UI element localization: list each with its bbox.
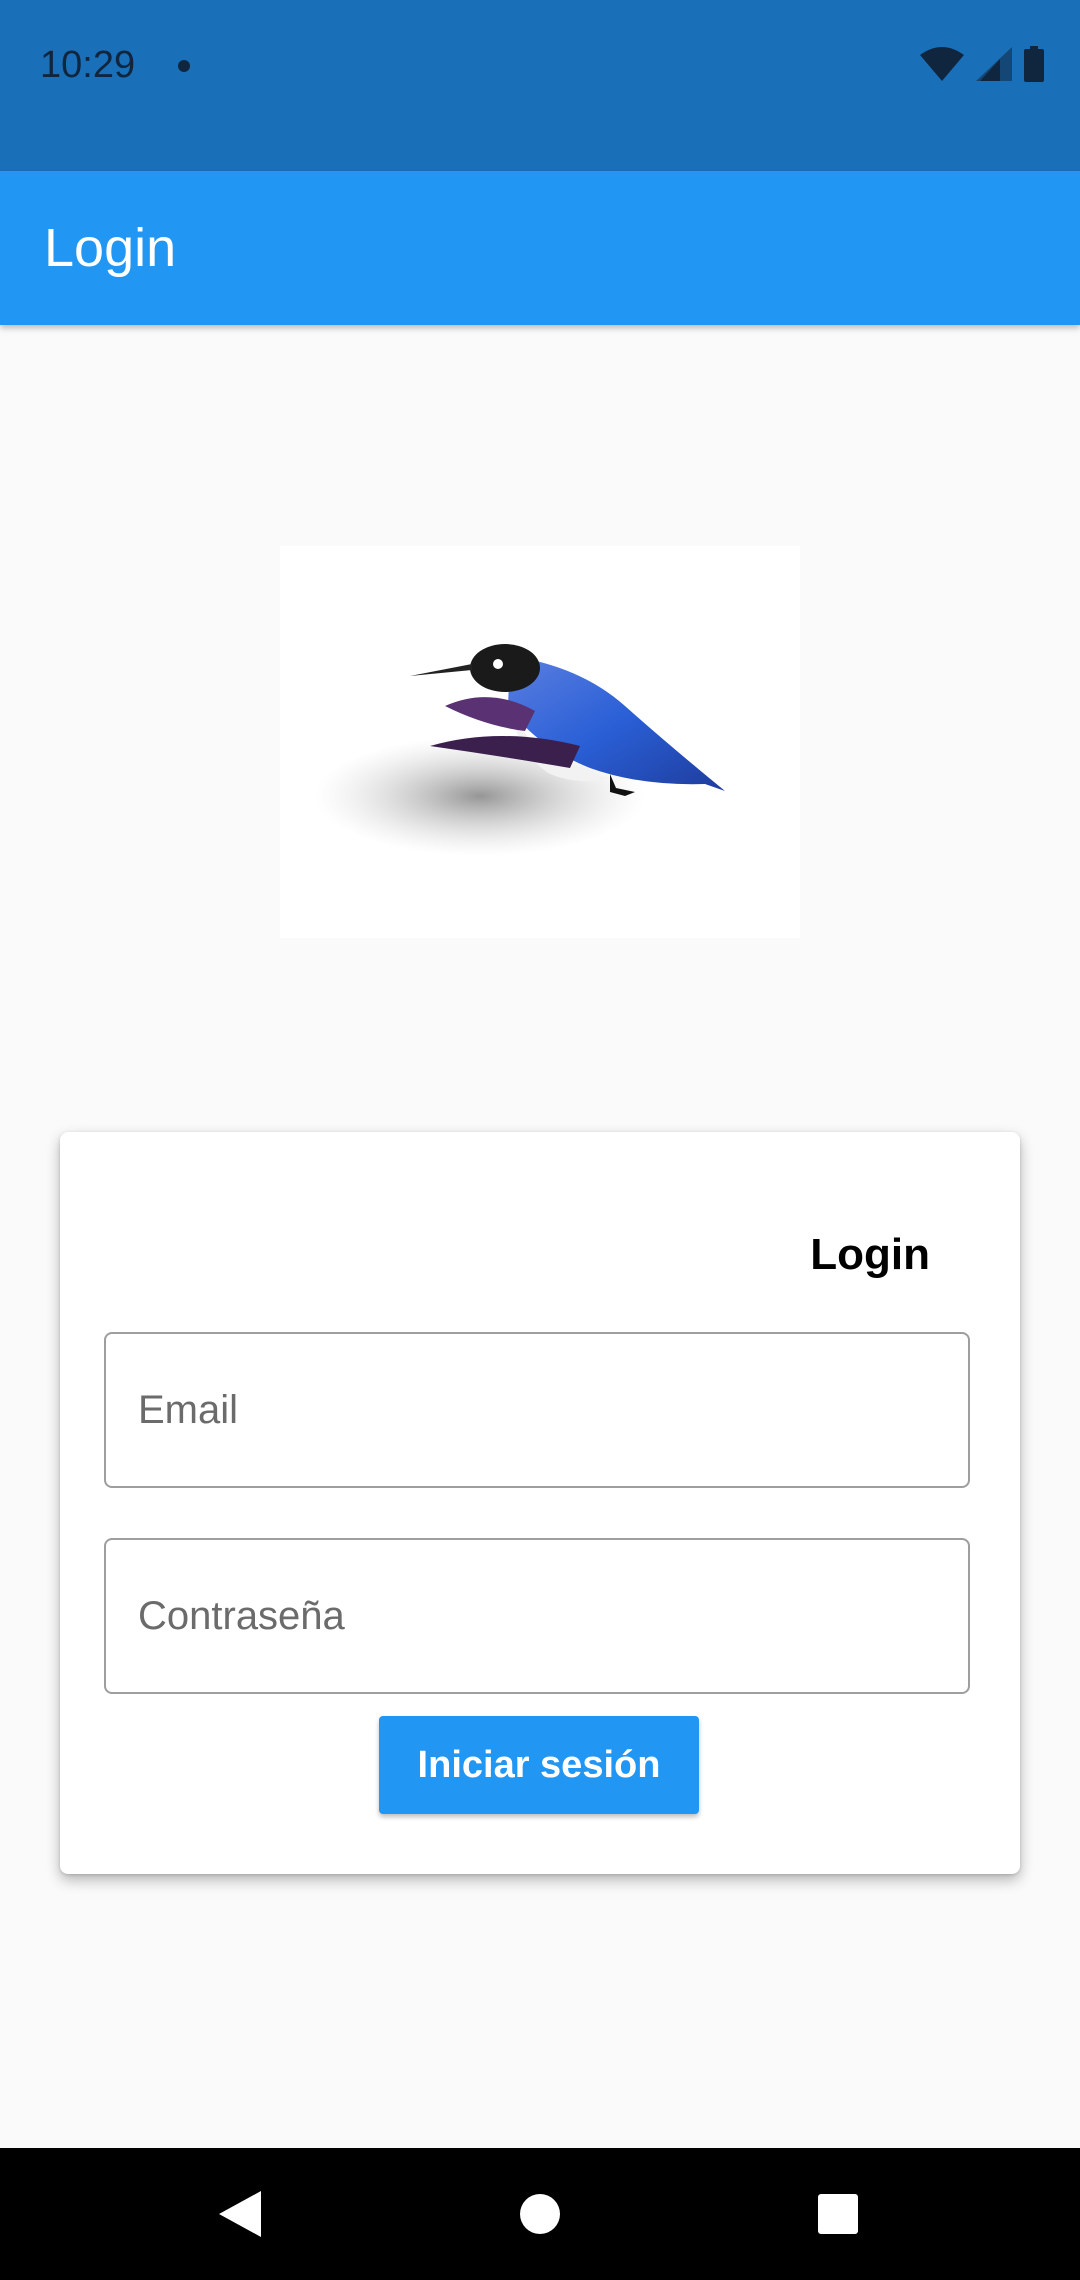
home-button[interactable] xyxy=(470,2148,610,2280)
hummingbird-logo xyxy=(280,546,800,938)
navigation-bar xyxy=(0,2148,1080,2280)
wifi-icon xyxy=(920,47,964,81)
password-field[interactable] xyxy=(104,1538,970,1694)
notification-dot-icon xyxy=(178,60,190,72)
page-title: Login xyxy=(44,218,177,278)
recents-icon xyxy=(818,2194,858,2234)
app-bar: Login xyxy=(0,171,1080,325)
email-input[interactable] xyxy=(106,1334,968,1486)
back-button[interactable] xyxy=(170,2148,310,2280)
password-input[interactable] xyxy=(106,1540,968,1692)
home-icon xyxy=(520,2194,560,2234)
hummingbird-image xyxy=(315,644,725,856)
status-icons xyxy=(920,46,1044,82)
battery-icon xyxy=(1024,46,1044,82)
login-button[interactable]: Iniciar sesión xyxy=(379,1716,699,1814)
recents-button[interactable] xyxy=(768,2148,908,2280)
signal-icon xyxy=(976,47,1012,81)
login-card: Login Iniciar sesión xyxy=(60,1132,1020,1874)
status-time: 10:29 xyxy=(40,44,136,86)
card-title: Login xyxy=(810,1230,930,1279)
email-field[interactable] xyxy=(104,1332,970,1488)
status-bar: 10:29 xyxy=(0,0,1080,171)
back-icon xyxy=(219,2191,261,2237)
